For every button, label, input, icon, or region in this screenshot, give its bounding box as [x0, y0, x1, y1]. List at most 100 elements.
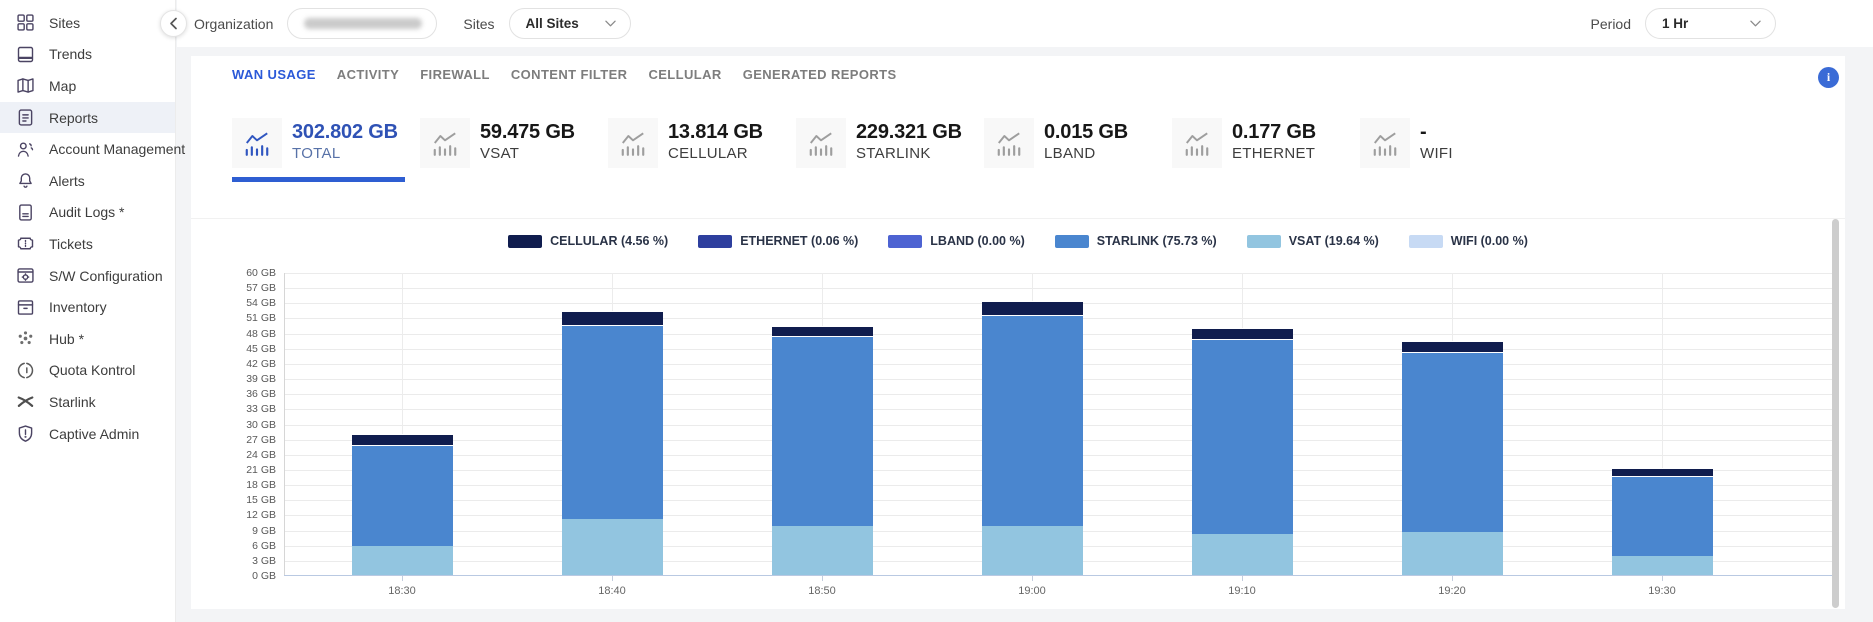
stat-label: CELLULAR — [668, 145, 763, 162]
y-axis-label: 3 GB — [202, 555, 276, 567]
organization-select[interactable] — [287, 8, 437, 39]
y-axis-label: 6 GB — [202, 540, 276, 552]
bar-segment-starlink-19-20[interactable] — [1402, 352, 1503, 532]
sidebar-item-starlink[interactable]: Starlink — [0, 386, 175, 418]
bar-segment-cellular-18-40[interactable] — [562, 311, 663, 325]
stat-card-vsat[interactable]: 59.475 GBVSAT — [420, 118, 593, 182]
bar-segment-cellular-19-10[interactable] — [1192, 328, 1293, 340]
bar-segment-starlink-18-40[interactable] — [562, 325, 663, 520]
stat-card-total[interactable]: 302.802 GBTOTAL — [232, 118, 405, 182]
legend-swatch — [1247, 235, 1281, 248]
sidebar-item-audit-logs[interactable]: Audit Logs * — [0, 197, 175, 229]
tab-firewall[interactable]: FIREWALL — [420, 67, 490, 82]
vertical-scrollbar[interactable] — [1832, 219, 1839, 608]
stat-chart-icon — [796, 118, 846, 168]
x-axis-tick — [402, 576, 403, 581]
bar-segment-cellular-19-30[interactable] — [1612, 468, 1713, 476]
bar-segment-vsat-18-30[interactable] — [352, 546, 453, 576]
bar-segment-starlink-19-10[interactable] — [1192, 339, 1293, 533]
legend-label: WIFI (0.00 %) — [1451, 234, 1528, 248]
sidebar-item-sites[interactable]: Sites — [0, 7, 175, 39]
legend-swatch — [508, 235, 542, 248]
legend-item-ethernet[interactable]: ETHERNET (0.06 %) — [698, 234, 858, 248]
bar-segment-cellular-19-00[interactable] — [982, 301, 1083, 315]
bar-segment-starlink-18-50[interactable] — [772, 336, 873, 526]
reports-panel: WAN USAGE ACTIVITY FIREWALL CONTENT FILTER C… — [191, 56, 1845, 609]
tab-activity[interactable]: ACTIVITY — [337, 67, 399, 82]
tab-generated-reports[interactable]: GENERATED REPORTS — [743, 67, 897, 82]
sidebar-item-label: Hub * — [49, 331, 84, 347]
legend-swatch — [1409, 235, 1443, 248]
stat-card-ethernet[interactable]: 0.177 GBETHERNET — [1172, 118, 1345, 182]
x-axis-label: 19:30 — [1648, 585, 1676, 597]
account-management-icon — [15, 139, 36, 160]
legend-swatch — [1055, 235, 1089, 248]
y-axis-label: 0 GB — [202, 570, 276, 582]
bar-segment-starlink-19-30[interactable] — [1612, 476, 1713, 556]
bar-segment-starlink-18-30[interactable] — [352, 445, 453, 547]
legend-item-wifi[interactable]: WIFI (0.00 %) — [1409, 234, 1528, 248]
tab-cellular[interactable]: CELLULAR — [648, 67, 721, 82]
bar-segment-vsat-19-30[interactable] — [1612, 556, 1713, 576]
stat-chart-icon — [232, 118, 282, 168]
hub-icon — [15, 328, 36, 349]
sites-select[interactable]: All Sites — [509, 8, 631, 39]
sidebar-item-captive-admin[interactable]: Captive Admin — [0, 418, 175, 450]
sidebar-nav: Sites TrendsMap Reports Account Management A… — [0, 7, 175, 449]
period-label: Period — [1591, 16, 1631, 32]
stat-card-lband[interactable]: 0.015 GBLBAND — [984, 118, 1157, 182]
legend-item-cellular[interactable]: CELLULAR (4.56 %) — [508, 234, 668, 248]
tab-content-filter[interactable]: CONTENT FILTER — [511, 67, 628, 82]
chevron-left-icon — [168, 17, 179, 30]
back-button[interactable] — [160, 10, 187, 37]
x-axis-label: 19:20 — [1438, 585, 1466, 597]
legend-swatch — [698, 235, 732, 248]
sidebar-item-inventory[interactable]: Inventory — [0, 291, 175, 323]
bar-segment-vsat-19-00[interactable] — [982, 526, 1083, 577]
sidebar-item-label: Reports — [49, 110, 98, 126]
map-icon — [15, 75, 36, 96]
stat-card-cellular[interactable]: 13.814 GB CELLULAR — [608, 118, 781, 182]
stat-card-starlink[interactable]: 229.321 GB STARLINK — [796, 118, 969, 182]
sidebar-item-account-management[interactable]: Account Management — [0, 133, 175, 165]
wan-usage-chart: CELLULAR (4.56 %) ETHERNET (0.06 %) LBAND … — [191, 218, 1845, 609]
sidebar-item-hub[interactable]: Hub * — [0, 323, 175, 355]
sidebar-item-alerts[interactable]: Alerts — [0, 165, 175, 197]
stat-chart-icon — [984, 118, 1034, 168]
bar-segment-cellular-18-30[interactable] — [352, 434, 453, 445]
tickets-icon — [15, 233, 36, 254]
info-icon[interactable]: i — [1818, 67, 1839, 88]
legend-item-lband[interactable]: LBAND (0.00 %) — [888, 234, 1024, 248]
stat-label: STARLINK — [856, 145, 962, 162]
y-axis-line — [284, 273, 285, 576]
y-axis-label: 54 GB — [202, 297, 276, 309]
legend-item-vsat[interactable]: VSAT (19.64 %) — [1247, 234, 1379, 248]
stat-value: 302.802 GB — [292, 121, 398, 143]
stat-chart-icon — [420, 118, 470, 168]
sidebar-item-quota-kontrol[interactable]: Quota Kontrol — [0, 355, 175, 387]
y-axis-label: 60 GB — [202, 267, 276, 279]
bar-segment-vsat-19-10[interactable] — [1192, 534, 1293, 576]
sidebar-item-label: Quota Kontrol — [49, 362, 135, 378]
stat-value: 229.321 GB — [856, 121, 962, 143]
tab-wan-usage[interactable]: WAN USAGE — [232, 67, 316, 82]
sidebar-item-s-w-configuration[interactable]: S/W Configuration — [0, 260, 175, 292]
bar-segment-cellular-19-20[interactable] — [1402, 341, 1503, 352]
stat-card-wifi[interactable]: -WIFI — [1360, 118, 1533, 182]
bar-segment-starlink-19-00[interactable] — [982, 315, 1083, 526]
sidebar-item-trends[interactable]: Trends — [0, 39, 175, 71]
sidebar-item-reports[interactable]: Reports — [0, 102, 175, 134]
bar-segment-vsat-18-50[interactable] — [772, 526, 873, 576]
bar-segment-cellular-18-50[interactable] — [772, 326, 873, 336]
bar-segment-vsat-18-40[interactable] — [562, 519, 663, 576]
bar-segment-vsat-19-20[interactable] — [1402, 532, 1503, 576]
stat-value: 13.814 GB — [668, 121, 763, 143]
sidebar-item-label: Alerts — [49, 173, 85, 189]
period-select[interactable]: 1 Hr — [1645, 8, 1776, 39]
period-select-value: 1 Hr — [1662, 16, 1688, 31]
legend-item-starlink[interactable]: STARLINK (75.73 %) — [1055, 234, 1217, 248]
x-axis-label: 19:00 — [1018, 585, 1046, 597]
sidebar-item-tickets[interactable]: Tickets — [0, 228, 175, 260]
sidebar-item-map[interactable]: Map — [0, 70, 175, 102]
sidebar-item-label: Sites — [49, 15, 80, 31]
